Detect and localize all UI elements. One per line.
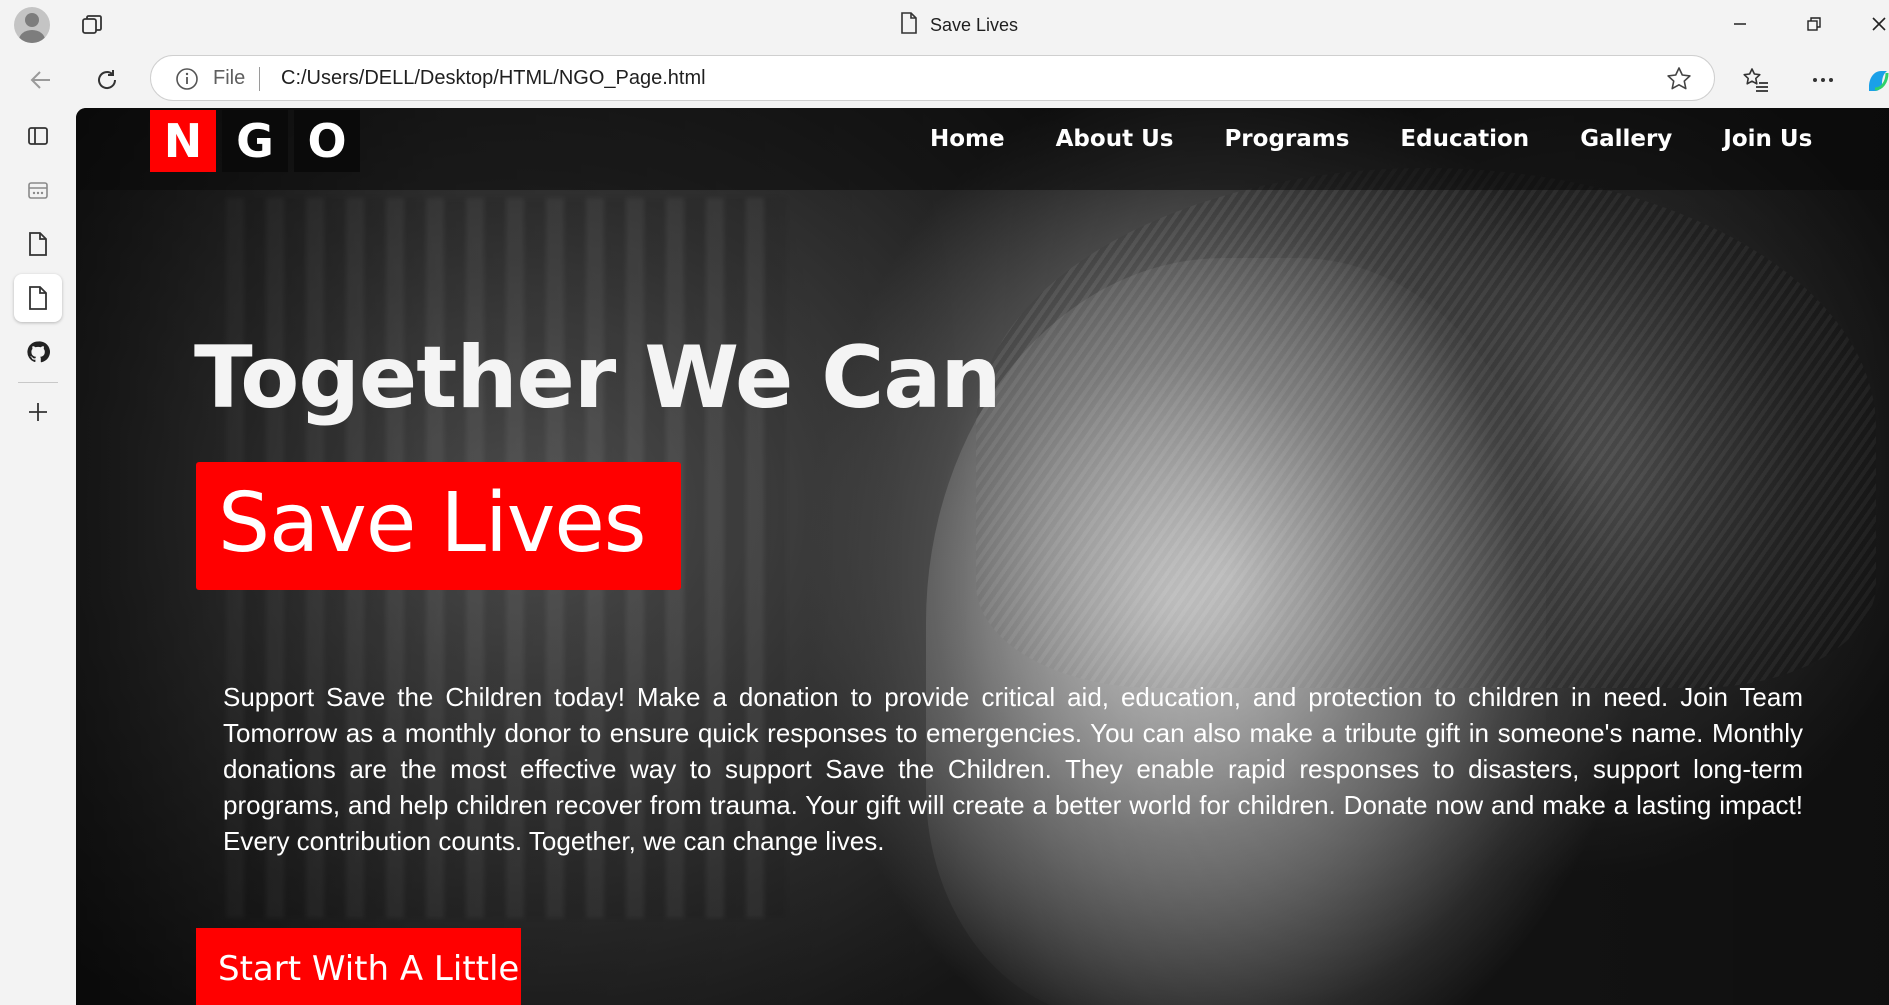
hero-highlight-text: Save Lives — [218, 476, 647, 571]
minimize-icon[interactable] — [1728, 12, 1752, 36]
browser-sidebar — [0, 108, 76, 1005]
sidebar-page-icon[interactable] — [14, 220, 62, 268]
copilot-icon[interactable] — [1864, 66, 1889, 94]
nav-link-about-us[interactable]: About Us — [1056, 122, 1174, 156]
favorites-list-icon[interactable] — [1742, 66, 1770, 94]
window-title: Save Lives — [900, 11, 1019, 39]
nav-link-gallery[interactable]: Gallery — [1580, 122, 1672, 156]
hero-highlight-box: Save Lives — [196, 462, 681, 590]
site-navbar: N G O Home About Us Programs Education G… — [76, 108, 1889, 190]
more-options-icon[interactable] — [1809, 66, 1837, 94]
hero-description: Support Save the Children today! Make a … — [223, 682, 1803, 856]
logo-letter: N — [150, 110, 216, 172]
sidebar-tab-panel-icon[interactable] — [14, 112, 62, 160]
logo-letter: G — [222, 110, 288, 172]
nav-link-programs[interactable]: Programs — [1224, 122, 1349, 156]
tab-actions-icon[interactable] — [80, 13, 104, 37]
github-icon[interactable] — [14, 328, 62, 376]
site-logo[interactable]: N G O — [150, 110, 360, 172]
browser-titlebar: Save Lives — [0, 0, 1889, 50]
web-page: N G O Home About Us Programs Education G… — [76, 108, 1889, 1005]
add-icon[interactable] — [14, 388, 62, 436]
address-url[interactable]: C:/Users/DELL/Desktop/HTML/NGO_Page.html — [281, 67, 706, 90]
browser-toolbar: File C:/Users/DELL/Desktop/HTML/NGO_Page… — [0, 50, 1889, 108]
info-icon[interactable] — [175, 67, 199, 91]
hero-headline: Together We Can — [194, 328, 1002, 428]
sidebar-divider — [18, 382, 58, 383]
refresh-icon[interactable] — [93, 66, 121, 94]
address-scheme-label: File — [213, 67, 246, 89]
restore-icon[interactable] — [1802, 12, 1826, 36]
start-with-a-little-button[interactable]: Start With A Little — [196, 928, 521, 1005]
address-divider — [259, 67, 260, 91]
address-bar[interactable]: File C:/Users/DELL/Desktop/HTML/NGO_Page… — [150, 55, 1715, 101]
sidebar-workspace-icon[interactable] — [14, 166, 62, 214]
site-menu: Home About Us Programs Education Gallery… — [930, 122, 1863, 156]
profile-avatar-icon[interactable] — [14, 7, 50, 43]
sidebar-active-page-icon[interactable] — [14, 274, 62, 322]
close-icon[interactable] — [1867, 12, 1889, 36]
window-title-text: Save Lives — [930, 14, 1019, 35]
logo-letter: O — [294, 110, 360, 172]
nav-link-join-us[interactable]: Join Us — [1723, 122, 1812, 156]
document-icon — [900, 11, 918, 39]
nav-link-education[interactable]: Education — [1400, 122, 1529, 156]
favorite-star-icon[interactable] — [1666, 66, 1692, 92]
nav-link-home[interactable]: Home — [930, 122, 1005, 156]
back-arrow-icon[interactable] — [27, 66, 55, 94]
